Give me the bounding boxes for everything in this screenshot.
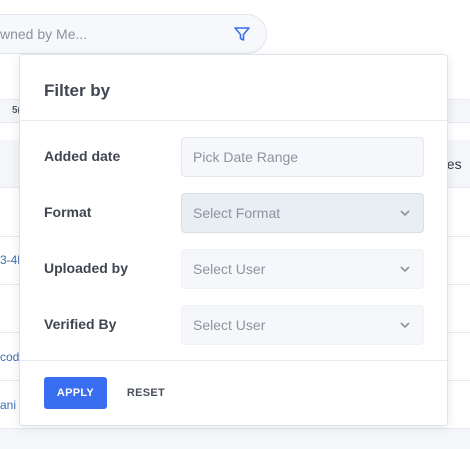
chevron-down-icon — [400, 210, 410, 217]
filter-icon[interactable] — [233, 25, 251, 43]
added-date-picker[interactable]: Pick Date Range — [181, 137, 424, 177]
chevron-down-icon — [400, 266, 410, 273]
table-link[interactable]: cod — [0, 350, 19, 364]
panel-divider — [20, 120, 447, 121]
chevron-down-icon — [400, 322, 410, 329]
format-select[interactable]: Select Format — [181, 193, 424, 233]
uploaded-by-label: Uploaded by — [44, 260, 129, 276]
table-link[interactable]: ani — [0, 398, 16, 412]
uploaded-by-placeholder: Select User — [193, 261, 266, 277]
verified-by-select[interactable]: Select User — [181, 305, 424, 345]
panel-title: Filter by — [44, 81, 111, 100]
added-date-label: Added date — [44, 148, 121, 164]
apply-button[interactable]: APPLY — [44, 377, 107, 409]
format-placeholder: Select Format — [193, 205, 281, 221]
filter-panel: Filter by Added date Pick Date Range For… — [19, 54, 448, 426]
format-label: Format — [44, 204, 92, 220]
panel-footer-divider — [20, 360, 447, 361]
search-input-text[interactable]: wned by Me... — [0, 14, 87, 54]
verified-by-label: Verified By — [44, 316, 117, 332]
uploaded-by-select[interactable]: Select User — [181, 249, 424, 289]
reset-button[interactable]: RESET — [119, 377, 173, 409]
verified-by-placeholder: Select User — [193, 317, 266, 333]
table-footer-band — [0, 428, 470, 449]
added-date-placeholder: Pick Date Range — [193, 149, 299, 165]
